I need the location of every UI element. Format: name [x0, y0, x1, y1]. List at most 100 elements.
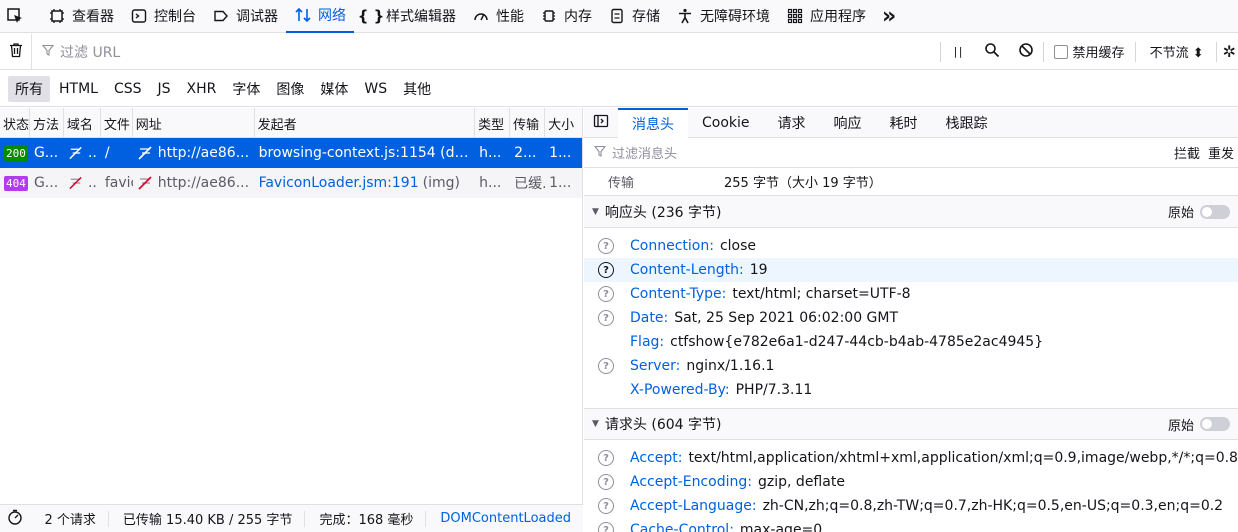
- filter-headers-input[interactable]: 过滤消息头 拦截 重发: [584, 138, 1238, 168]
- status-badge: 200: [4, 145, 28, 161]
- column-type[interactable]: 类型: [475, 108, 511, 137]
- request-count: 2 个请求: [31, 510, 109, 528]
- throttle-select[interactable]: 不节流 ⬍: [1136, 42, 1216, 61]
- type-filter-ws[interactable]: WS: [357, 78, 394, 100]
- pause-recording-button[interactable]: | |: [941, 34, 975, 70]
- response-headers-section[interactable]: ▼ 响应头 (236 字节) 原始: [584, 196, 1238, 228]
- more-tools-chevron-icon[interactable]: »: [874, 4, 904, 29]
- initiator-link[interactable]: FaviconLoader.jsm:191: [259, 175, 419, 191]
- help-question-icon[interactable]: ?: [598, 498, 614, 514]
- tab-application[interactable]: 应用程序: [778, 0, 874, 33]
- help-question-icon[interactable]: ?: [598, 238, 614, 254]
- tab-inspector-label: 查看器: [72, 9, 114, 25]
- column-status[interactable]: 状态: [0, 108, 30, 137]
- disable-cache-checkbox[interactable]: 禁用缓存: [1044, 42, 1135, 61]
- raw-toggle[interactable]: 原始: [1168, 415, 1238, 434]
- tab-style-editor[interactable]: { } 样式编辑器: [354, 0, 464, 33]
- help-question-icon[interactable]: ?: [598, 262, 614, 278]
- help-question-icon[interactable]: ?: [598, 286, 614, 302]
- header-value: ctfshow{e782e6a1-d247-44cb-b4ab-4785e2ac…: [670, 334, 1044, 350]
- filter-headers-placeholder: 过滤消息头: [612, 147, 678, 162]
- header-row[interactable]: ? Accept-Encoding: gzip, deflate: [584, 470, 1238, 494]
- type-filter-media[interactable]: 媒体: [313, 76, 355, 102]
- tab-response[interactable]: 响应: [820, 108, 876, 138]
- header-name: Server:: [630, 358, 681, 374]
- header-name: Date:: [630, 310, 669, 326]
- column-url[interactable]: 网址: [133, 108, 255, 137]
- header-row[interactable]: ? Content-Length: 19: [584, 258, 1238, 282]
- trash-icon: [8, 42, 24, 62]
- tab-headers[interactable]: 消息头: [618, 108, 688, 138]
- type-filter-other[interactable]: 其他: [396, 76, 438, 102]
- search-button[interactable]: [975, 34, 1009, 70]
- clear-requests-button[interactable]: [0, 33, 32, 70]
- element-picker-button[interactable]: [0, 0, 40, 33]
- tab-memory[interactable]: 内存: [532, 0, 600, 33]
- table-row[interactable]: 404 G... .. favic http://ae86... Favicon…: [0, 168, 582, 198]
- header-row[interactable]: ? Date: Sat, 25 Sep 2021 06:02:00 GMT: [584, 306, 1238, 330]
- tab-request[interactable]: 请求: [764, 108, 820, 138]
- header-row[interactable]: ? Connection: close: [584, 234, 1238, 258]
- header-row[interactable]: ? Server: nginx/1.16.1: [584, 354, 1238, 378]
- filter-url-input[interactable]: 过滤 URL: [32, 34, 940, 70]
- header-row[interactable]: ? Accept-Language: zh-CN,zh;q=0.8,zh-TW;q=…: [584, 494, 1238, 518]
- type-filter-js[interactable]: JS: [151, 78, 178, 100]
- help-question-icon[interactable]: ?: [598, 522, 614, 532]
- help-question-icon[interactable]: ?: [598, 450, 614, 466]
- tab-timings[interactable]: 耗时: [876, 108, 932, 138]
- help-question-icon[interactable]: ?: [598, 358, 614, 374]
- toggle-panel-button[interactable]: [584, 108, 618, 138]
- type-filter-fonts[interactable]: 字体: [225, 76, 267, 102]
- tab-cookies[interactable]: Cookie: [688, 108, 764, 138]
- type-filter-html[interactable]: HTML: [52, 78, 105, 100]
- type-filter-images[interactable]: 图像: [269, 76, 311, 102]
- column-size[interactable]: 大小: [545, 108, 582, 137]
- column-transferred[interactable]: 传输: [510, 108, 546, 137]
- tab-network[interactable]: 网络: [286, 0, 354, 33]
- block-request-button[interactable]: 拦截: [1170, 143, 1204, 162]
- column-initiator[interactable]: 发起者: [255, 108, 476, 137]
- console-icon: [130, 7, 148, 25]
- header-row[interactable]: ? Cache-Control: max-age=0: [584, 518, 1238, 532]
- tab-storage[interactable]: 存储: [600, 0, 668, 33]
- settings-gear-icon[interactable]: ✲: [1217, 42, 1238, 61]
- request-headers-title: 请求头 (604 字节): [604, 417, 722, 433]
- braces-icon: { }: [357, 7, 385, 25]
- tab-network-label: 网络: [318, 8, 346, 24]
- tab-inspector[interactable]: 查看器: [40, 0, 122, 33]
- request-initiator[interactable]: FaviconLoader.jsm:191 (img): [255, 168, 476, 198]
- help-question-icon[interactable]: ?: [598, 474, 614, 490]
- request-headers-section[interactable]: ▼ 请求头 (604 字节) 原始: [584, 408, 1238, 440]
- performance-analysis-button[interactable]: [0, 505, 31, 532]
- tab-console[interactable]: 控制台: [122, 0, 204, 33]
- header-value: nginx/1.16.1: [686, 358, 775, 374]
- tab-accessibility[interactable]: 无障碍环境: [668, 0, 778, 33]
- request-initiator[interactable]: browsing-context.js:1154 (do...: [255, 138, 476, 168]
- column-method[interactable]: 方法: [30, 108, 64, 137]
- tab-performance[interactable]: 性能: [464, 0, 532, 33]
- header-row[interactable]: ? Accept: text/html,application/xhtml+xml,…: [584, 446, 1238, 470]
- checkbox-box[interactable]: [1053, 44, 1068, 59]
- header-row[interactable]: ?Flag:ctfshow{e782e6a1-d247-44cb-b4ab-47…: [584, 330, 1238, 354]
- resend-button[interactable]: 重发: [1204, 143, 1238, 162]
- type-filter-all[interactable]: 所有: [8, 75, 50, 102]
- raw-toggle[interactable]: 原始: [1168, 202, 1238, 221]
- initiator-link[interactable]: browsing-context.js:1154 (do...: [259, 145, 472, 161]
- raw-toggle-switch[interactable]: [1200, 204, 1230, 219]
- column-file[interactable]: 文件: [101, 108, 133, 137]
- block-requests-button[interactable]: [1009, 34, 1043, 70]
- help-question-icon[interactable]: ?: [598, 310, 614, 326]
- table-header: 状态 方法 域名 文件 网址 发起者 类型 传输 大小: [0, 108, 582, 138]
- column-domain[interactable]: 域名: [64, 108, 101, 137]
- type-filter-xhr[interactable]: XHR: [180, 78, 224, 100]
- raw-toggle-switch[interactable]: [1200, 417, 1230, 431]
- filter-url-placeholder: 过滤 URL: [60, 44, 121, 61]
- table-row[interactable]: 200 G... .. / http://ae86... browsing-co…: [0, 138, 582, 168]
- request-url: http://ae86...: [133, 168, 255, 198]
- header-name: Content-Type:: [630, 286, 727, 302]
- header-row[interactable]: ? Content-Type: text/html; charset=UTF-8: [584, 282, 1238, 306]
- type-filter-css[interactable]: CSS: [107, 78, 149, 100]
- tab-debugger[interactable]: 调试器: [204, 0, 286, 33]
- header-row[interactable]: ?X-Powered-By:PHP/7.3.11: [584, 378, 1238, 402]
- tab-stack-trace[interactable]: 栈跟踪: [932, 108, 1002, 138]
